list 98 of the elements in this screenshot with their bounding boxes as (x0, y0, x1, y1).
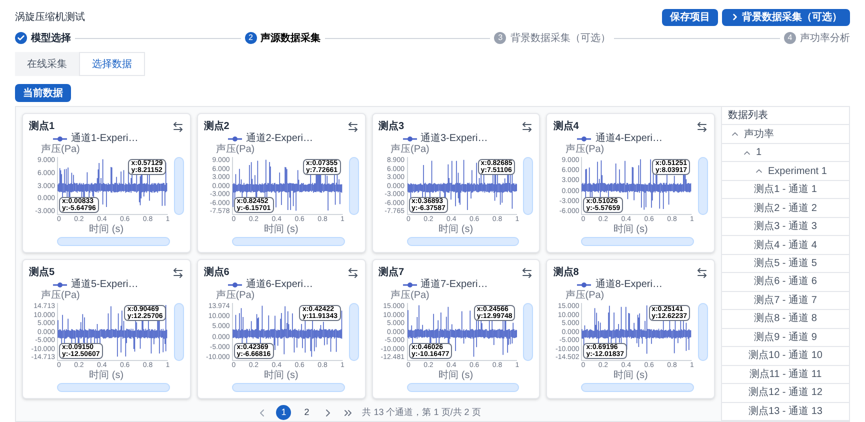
x-axis-title: 时间 (s) (438, 371, 474, 382)
tree-leaf-item[interactable]: 测点13 - 通道 13 (722, 402, 849, 421)
legend-line-icon (402, 136, 416, 142)
vertical-zoom-slider[interactable] (174, 157, 184, 215)
tab[interactable]: 选择数据 (79, 52, 145, 76)
legend-label: 通道3-Experi… (420, 134, 488, 144)
y-axis-title: 声压(Pa) (40, 145, 81, 157)
horizontal-zoom-slider[interactable] (581, 383, 694, 392)
horizontal-zoom-slider[interactable] (57, 383, 170, 392)
page-title: 涡旋压缩机测试 (15, 10, 85, 24)
tree-leaf-item[interactable]: 测点7 - 通道 7 (722, 292, 849, 310)
legend-label: 通道4-Experi… (595, 134, 662, 144)
next-step-button[interactable]: 背景数据采集（可选） (722, 8, 850, 26)
chart-title: 测点1 (29, 122, 55, 132)
y-axis-title: 声压(Pa) (214, 145, 256, 157)
tree-leaf-item[interactable]: 测点9 - 通道 9 (722, 328, 849, 348)
legend-line-icon (577, 136, 592, 142)
horizontal-zoom-slider[interactable] (581, 237, 694, 246)
swap-icon[interactable] (521, 120, 534, 132)
y-axis-title: 声压(Pa) (390, 145, 430, 157)
legend-label: 通道1-Experi… (71, 134, 138, 144)
tree-leaf-item[interactable]: 测点10 - 通道 10 (722, 347, 849, 366)
x-axis-title: 时间 (s) (613, 371, 648, 382)
legend-line-icon (228, 136, 242, 142)
tree-leaf-item[interactable]: 测点5 - 通道 5 (722, 254, 849, 274)
y-axis-title: 声压(Pa) (564, 291, 606, 303)
step-number: 4 (784, 32, 796, 44)
legend-line-icon (53, 282, 67, 288)
tree-leaf-item[interactable]: 测点1 - 通道 1 (722, 180, 849, 200)
step-label: 模型选择 (31, 32, 71, 46)
vertical-zoom-slider[interactable] (348, 303, 358, 361)
chart-title: 测点7 (378, 268, 404, 278)
y-axis-title: 声压(Pa) (214, 291, 256, 303)
tab[interactable]: 在线采集 (15, 52, 79, 76)
chart-title: 测点4 (553, 122, 579, 132)
y-axis-title: 声压(Pa) (390, 291, 430, 303)
current-data-button[interactable]: 当前数据 (15, 84, 71, 102)
tree-leaf-item[interactable]: 测点12 - 通道 12 (722, 384, 849, 402)
step-label: 背景数据采集（可选） (510, 32, 610, 46)
tree-group-item[interactable]: 声功率 (722, 125, 849, 144)
data-list-title: 数据列表 (728, 108, 768, 124)
legend-label: 通道2-Experi… (246, 134, 313, 144)
step-label: 声功率分析 (800, 32, 850, 46)
horizontal-zoom-slider[interactable] (406, 237, 520, 246)
legend-line-icon (577, 282, 592, 288)
swap-icon[interactable] (172, 120, 184, 132)
step-label: 声源数据采集 (260, 32, 321, 46)
legend-line-icon (53, 136, 67, 142)
legend-label: 通道5-Experi… (71, 280, 138, 290)
tree-leaf-item[interactable]: 测点4 - 通道 4 (722, 236, 849, 255)
x-axis-title: 时间 (s) (613, 225, 648, 236)
x-axis-title: 时间 (s) (264, 225, 298, 236)
horizontal-zoom-slider[interactable] (232, 383, 344, 392)
x-axis-title: 时间 (s) (438, 225, 474, 236)
legend-label: 通道6-Experi… (246, 280, 313, 290)
save-button[interactable]: 保存项目 (662, 8, 718, 26)
swap-icon[interactable] (696, 266, 708, 278)
vertical-zoom-slider[interactable] (698, 303, 708, 361)
tree-leaf-item[interactable]: 测点6 - 通道 6 (722, 273, 849, 292)
chart-title: 测点2 (204, 122, 230, 132)
swap-icon[interactable] (346, 266, 358, 278)
swap-icon[interactable] (521, 266, 534, 278)
legend-line-icon (228, 282, 242, 288)
horizontal-zoom-slider[interactable] (232, 237, 344, 246)
x-axis-title: 时间 (s) (89, 371, 124, 382)
step-number: 2 (244, 32, 257, 44)
chevron-right-icon (730, 12, 740, 22)
horizontal-zoom-slider[interactable] (57, 237, 170, 246)
tree-leaf-item[interactable]: 测点11 - 通道 11 (722, 366, 849, 384)
vertical-zoom-slider[interactable] (523, 157, 534, 215)
vertical-zoom-slider[interactable] (174, 303, 184, 361)
swap-icon[interactable] (346, 120, 358, 132)
pagination-summary: 共 13 个通道，第 1 页/共 2 页 (362, 406, 481, 419)
page-number[interactable]: 2 (299, 405, 314, 420)
x-axis-title: 时间 (s) (89, 225, 124, 236)
vertical-zoom-slider[interactable] (523, 303, 534, 361)
step-number: 3 (494, 32, 506, 44)
legend-label: 通道8-Experi… (595, 280, 662, 290)
page-number[interactable]: 1 (276, 405, 292, 420)
chart-title: 测点5 (29, 268, 55, 278)
tree-leaf-item[interactable]: 测点2 - 通道 2 (722, 199, 849, 218)
x-axis-title: 时间 (s) (264, 371, 298, 382)
y-axis-title: 声压(Pa) (40, 291, 81, 303)
tree-leaf-item[interactable]: 测点3 - 通道 3 (722, 218, 849, 236)
legend-line-icon (402, 282, 416, 288)
swap-icon[interactable] (172, 266, 184, 278)
vertical-zoom-slider[interactable] (348, 157, 358, 215)
tree-group-item[interactable]: Experiment 1 (722, 162, 849, 181)
tree-leaf-item[interactable]: 测点8 - 通道 8 (722, 310, 849, 329)
chart-title: 测点8 (553, 268, 579, 278)
vertical-zoom-slider[interactable] (698, 157, 708, 215)
swap-icon[interactable] (696, 120, 708, 132)
y-axis-title: 声压(Pa) (564, 145, 606, 157)
tree-group-item[interactable]: 1 (722, 144, 849, 162)
legend-label: 通道7-Experi… (420, 280, 488, 290)
chart-title: 测点3 (378, 122, 404, 132)
chart-title: 测点6 (204, 268, 230, 278)
horizontal-zoom-slider[interactable] (406, 383, 520, 392)
